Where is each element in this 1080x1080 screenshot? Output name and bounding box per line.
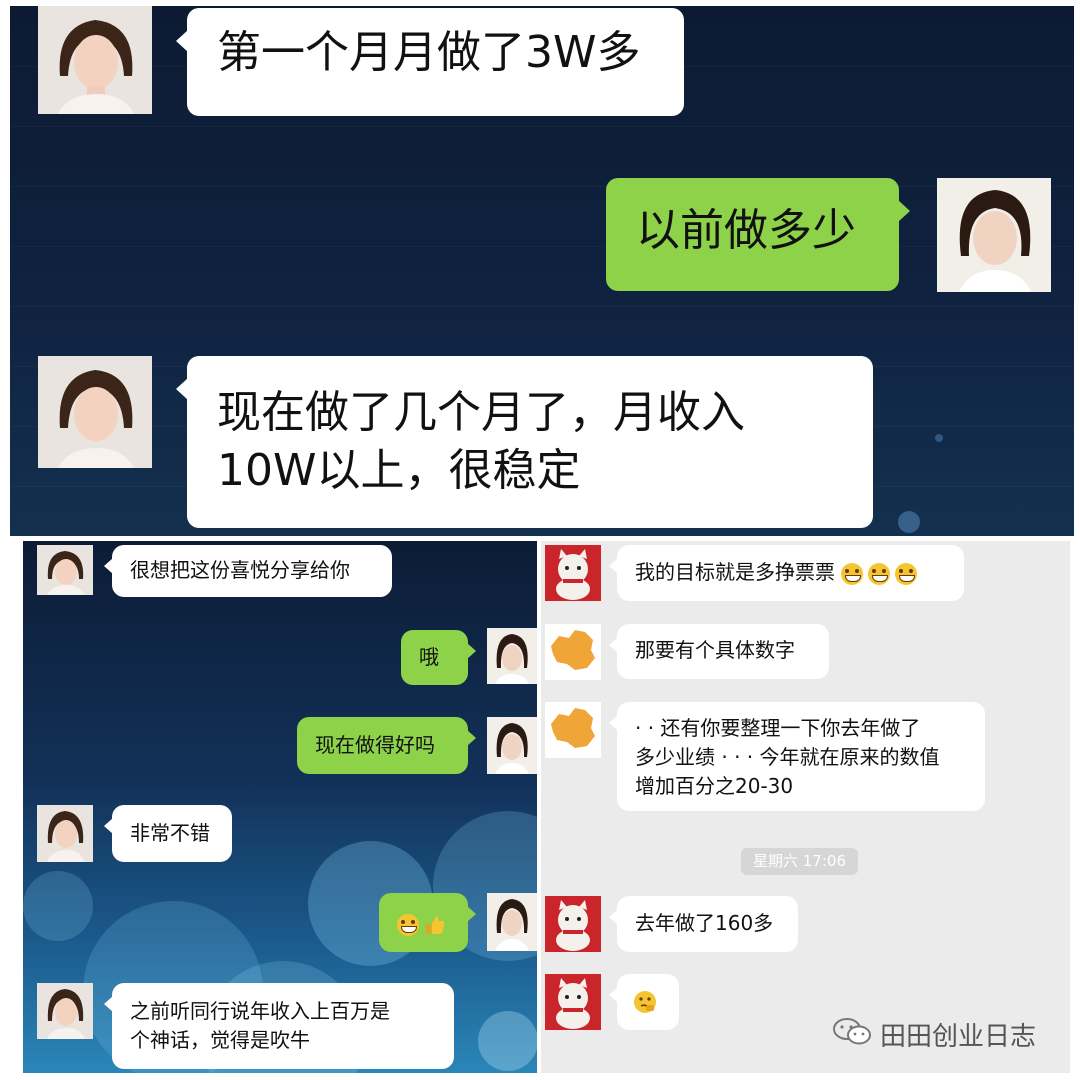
message-bubble[interactable]: 现在做了几个月了，月收入 10W以上，很稳定 <box>176 356 873 528</box>
watermark: 田田创业日志 <box>832 1016 1036 1053</box>
message-text-line: 个神话，觉得是吹牛 <box>130 1028 310 1052</box>
message-bubble[interactable]: 之前听同行说年收入上百万是 个神话，觉得是吹牛 <box>104 983 454 1069</box>
avatar-woman-left[interactable] <box>37 983 93 1039</box>
bokeh-light <box>478 1011 537 1071</box>
grin-emoji <box>841 562 864 585</box>
avatar-china-map[interactable] <box>545 702 601 758</box>
message-text-line: 多少业绩 · · · 今年就在原来的数值 <box>635 745 940 769</box>
avatar-woman-left[interactable] <box>38 356 152 468</box>
message-bubble[interactable]: 那要有个具体数字 <box>609 624 829 679</box>
message-text: 那要有个具体数字 <box>635 638 795 662</box>
message-bubble[interactable] <box>379 893 476 952</box>
message-text-line: · · 还有你要整理一下你去年做了 <box>635 716 921 740</box>
message-bubble[interactable]: 非常不错 <box>104 805 232 862</box>
bokeh-light <box>935 434 943 442</box>
thumbs-up-emoji <box>424 914 446 936</box>
message-bubble[interactable]: · · 还有你要整理一下你去年做了 多少业绩 · · · 今年就在原来的数值 增… <box>609 702 985 811</box>
avatar-woman-left[interactable] <box>37 805 93 862</box>
avatar-woman-left[interactable] <box>37 545 93 595</box>
avatar-woman-right[interactable] <box>487 628 537 684</box>
watermark-text: 田田创业日志 <box>880 1022 1037 1052</box>
message-text: 我的目标就是多挣票票 <box>635 560 835 584</box>
message-text: 以前做多少 <box>636 205 856 256</box>
avatar-lucky-cat[interactable] <box>545 974 601 1030</box>
grin-emoji <box>895 562 918 585</box>
grin-emoji <box>868 562 891 585</box>
avatar-lucky-cat[interactable] <box>545 896 601 952</box>
message-text-line: 10W以上，很稳定 <box>217 445 581 496</box>
message-bubble[interactable] <box>609 974 679 1030</box>
thinking-emoji <box>633 991 657 1019</box>
avatar-woman-left[interactable] <box>38 6 152 114</box>
message-text: 第一个月月做了3W多 <box>217 27 641 78</box>
avatar-lucky-cat[interactable] <box>545 545 601 601</box>
avatar-woman-right[interactable] <box>487 893 537 951</box>
avatar-woman-right[interactable] <box>937 178 1051 292</box>
message-text-line: 现在做了几个月了，月收入 <box>217 387 745 438</box>
message-bubble[interactable]: 我的目标就是多挣票票 <box>609 545 964 601</box>
message-bubble[interactable]: 第一个月月做了3W多 <box>176 8 684 116</box>
grin-emoji <box>397 913 419 936</box>
bokeh-light <box>23 871 93 941</box>
message-text: 去年做了160多 <box>635 911 774 935</box>
message-bubble[interactable]: 现在做得好吗 <box>297 717 476 774</box>
message-text: 很想把这份喜悦分享给你 <box>130 558 350 582</box>
wechat-icon <box>832 1016 872 1053</box>
avatar-china-map[interactable] <box>545 624 601 680</box>
message-bubble[interactable]: 去年做了160多 <box>609 896 798 952</box>
avatar-woman-right[interactable] <box>487 717 537 774</box>
message-text-line: 之前听同行说年收入上百万是 <box>130 999 390 1023</box>
message-bubble[interactable]: 以前做多少 <box>606 178 910 291</box>
bokeh-light <box>898 511 920 533</box>
message-text: 哦 <box>419 645 439 669</box>
message-bubble[interactable]: 哦 <box>401 630 476 685</box>
chat-timestamp: 星期六 17:06 <box>741 848 858 875</box>
message-text: 现在做得好吗 <box>315 733 435 757</box>
message-text: 非常不错 <box>130 821 210 845</box>
message-text-line: 增加百分之20-30 <box>635 774 794 798</box>
message-bubble[interactable]: 很想把这份喜悦分享给你 <box>104 545 392 597</box>
